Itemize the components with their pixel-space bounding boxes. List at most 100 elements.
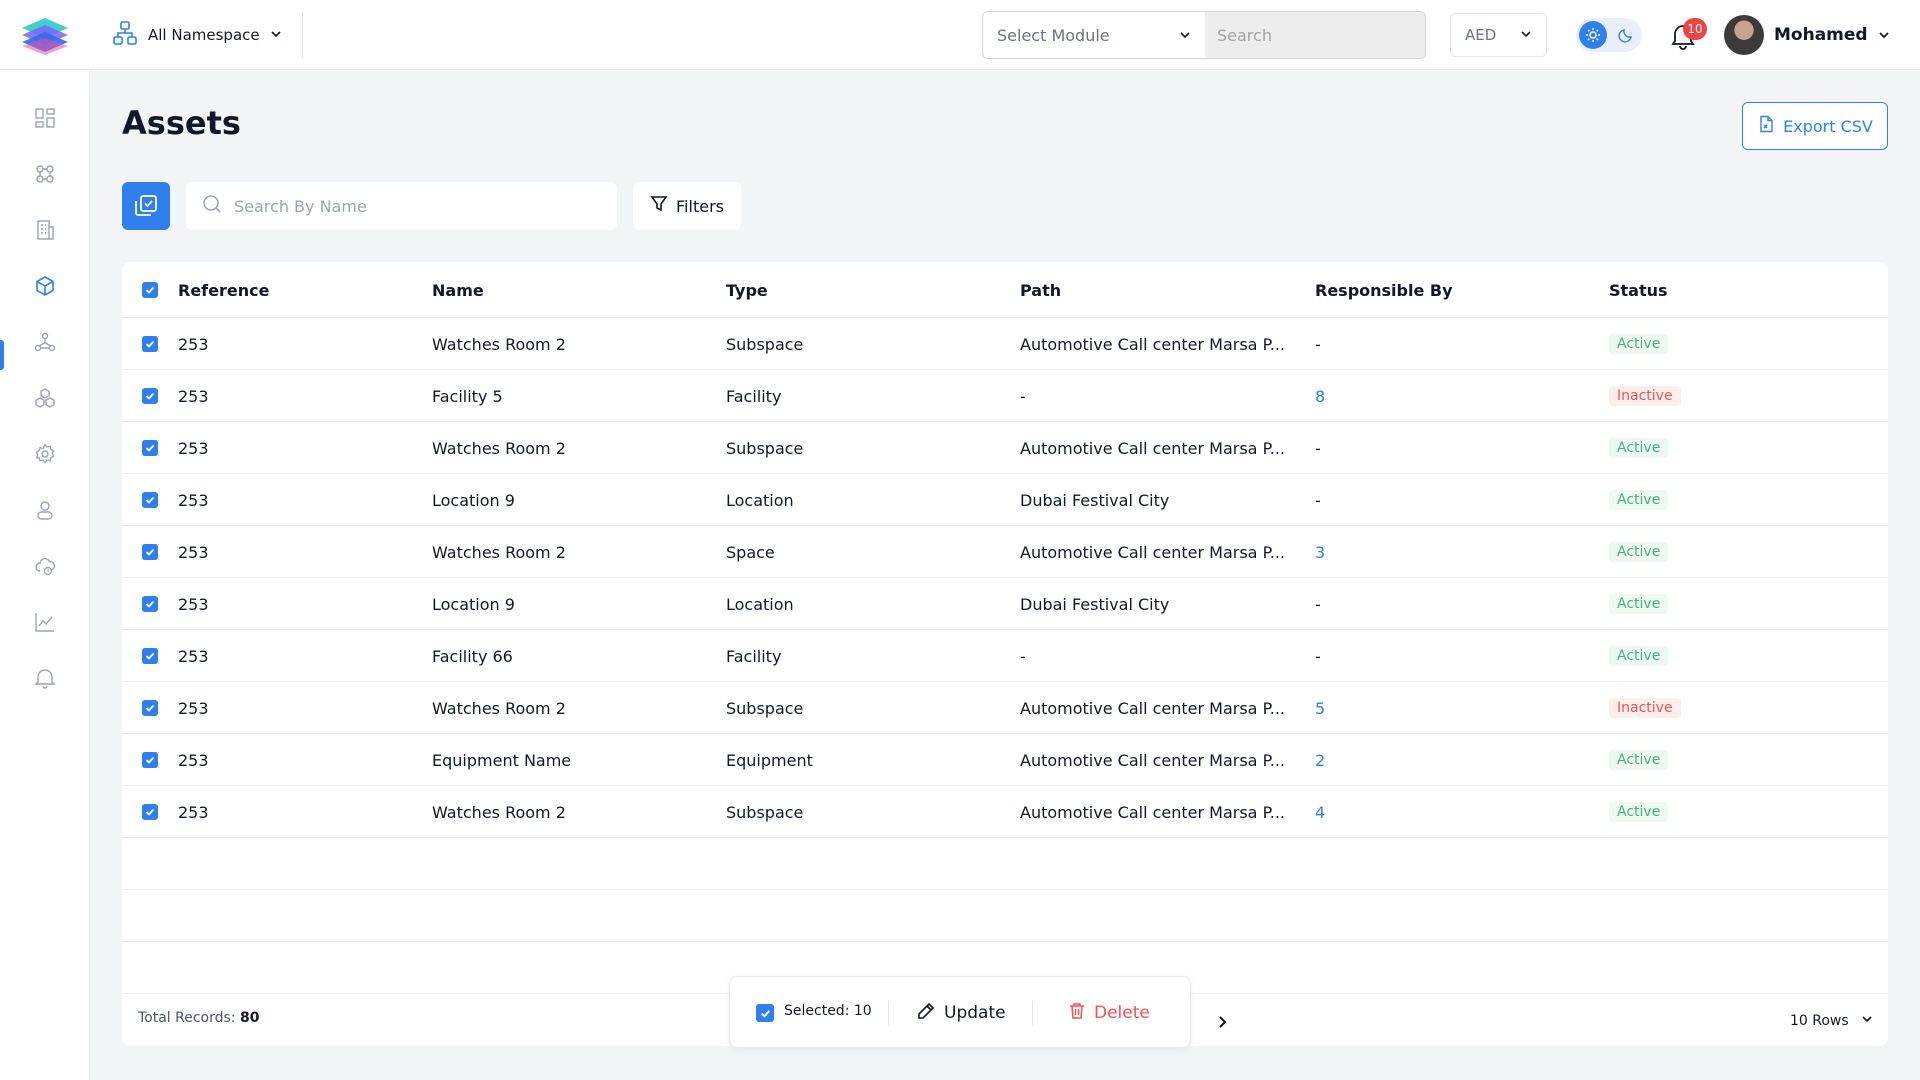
header-divider: [302, 12, 303, 58]
trash-icon: [1068, 1002, 1086, 1025]
row-checkbox[interactable]: [142, 786, 158, 838]
sidebar-item-users[interactable]: [0, 490, 90, 530]
cell-reference: 253: [178, 802, 209, 822]
sidebar-item-settings[interactable]: [0, 434, 90, 474]
cell-name: Watches Room 2: [432, 698, 566, 718]
cell-reference: 253: [178, 542, 209, 562]
status-badge: Active: [1609, 438, 1669, 458]
column-header-name[interactable]: Name: [432, 262, 484, 318]
status-badge: Active: [1609, 334, 1669, 354]
column-header-type[interactable]: Type: [726, 262, 768, 318]
cell-status: Active: [1609, 734, 1669, 786]
row-checkbox[interactable]: [142, 526, 158, 578]
user-menu[interactable]: Mohamed: [1724, 14, 1890, 56]
sidebar-item-reports[interactable]: [0, 602, 90, 642]
status-badge: Active: [1609, 802, 1669, 822]
theme-toggle[interactable]: [1576, 18, 1642, 52]
cell-status: Active: [1609, 474, 1669, 526]
table-row[interactable]: 253 Location 9 Location Dubai Festival City…: [122, 474, 1888, 526]
search-by-name-placeholder: Search By Name: [234, 196, 367, 216]
selected-checkbox[interactable]: [756, 1004, 774, 1022]
cell-responsible-by[interactable]: 2: [1315, 734, 1325, 786]
column-header-responsible-by[interactable]: Responsible By: [1315, 262, 1453, 318]
assets-table: Reference Name Type Path Responsible By …: [122, 262, 1888, 1046]
filters-button[interactable]: Filters: [633, 182, 741, 230]
asset-cube-icon: [36, 276, 54, 296]
cell-status: Active: [1609, 318, 1669, 370]
module-select[interactable]: Select Module: [983, 12, 1205, 58]
row-checkbox[interactable]: [142, 682, 158, 734]
row-checkbox[interactable]: [142, 578, 158, 630]
rows-per-page-select[interactable]: 10 Rows: [1790, 1010, 1873, 1032]
cell-status: Active: [1609, 786, 1669, 838]
sidebar-item-buildings[interactable]: [0, 210, 90, 250]
sidebar-item-cloud[interactable]: [0, 546, 90, 586]
cell-responsible-by[interactable]: 3: [1315, 526, 1325, 578]
cell-status: Inactive: [1609, 370, 1681, 422]
sidebar-item-cubes[interactable]: [0, 378, 90, 418]
table-row[interactable]: 253 Equipment Name Equipment Automotive Cal…: [122, 734, 1888, 786]
sidebar-item-notifications[interactable]: [0, 658, 90, 698]
row-checkbox[interactable]: [142, 474, 158, 526]
row-checkbox[interactable]: [142, 318, 158, 370]
sidebar-item-dashboard[interactable]: [0, 98, 90, 138]
table-row[interactable]: 253 Watches Room 2 Space Automotive Call ce…: [122, 526, 1888, 578]
cell-responsible-by: -: [1315, 594, 1321, 614]
global-search-placeholder: Search: [1217, 25, 1272, 45]
bulk-select-button[interactable]: [122, 182, 170, 230]
app-logo[interactable]: [20, 16, 70, 56]
update-button[interactable]: Update: [916, 999, 1006, 1027]
cubes-icon: [35, 388, 55, 408]
cell-status: Active: [1609, 422, 1669, 474]
namespace-label: All Namespace: [148, 26, 260, 44]
sun-icon[interactable]: [1579, 21, 1607, 49]
export-csv-button[interactable]: Export CSV: [1742, 102, 1888, 150]
export-file-icon: [1757, 115, 1775, 137]
next-page-chevron-right-icon[interactable]: [1210, 1010, 1234, 1034]
sidebar-item-assets[interactable]: [0, 266, 90, 306]
cell-path: -: [1020, 646, 1026, 666]
total-records-label: Total Records:: [138, 1010, 236, 1026]
sidebar: [0, 70, 90, 1080]
search-by-name-input[interactable]: Search By Name: [186, 182, 617, 230]
table-row[interactable]: 253 Watches Room 2 Subspace Automotive Call…: [122, 682, 1888, 734]
namespace-selector[interactable]: All Namespace: [112, 20, 282, 50]
avatar: [1724, 15, 1764, 55]
chevron-down-icon: [1520, 26, 1532, 44]
table-row[interactable]: 253 Watches Room 2 Subspace Automotive Call…: [122, 318, 1888, 370]
table-row[interactable]: 253 Location 9 Location Dubai Festival City…: [122, 578, 1888, 630]
row-checkbox[interactable]: [142, 422, 158, 474]
empty-table-row: [122, 890, 1888, 942]
select-all-checkbox[interactable]: [142, 262, 158, 318]
sidebar-item-network[interactable]: [0, 322, 90, 362]
table-row[interactable]: 253 Watches Room 2 Subspace Automotive Call…: [122, 786, 1888, 838]
row-checkbox[interactable]: [142, 370, 158, 422]
filter-funnel-icon: [650, 195, 668, 217]
cell-reference: 253: [178, 490, 209, 510]
cell-status: Active: [1609, 630, 1669, 682]
row-checkbox[interactable]: [142, 734, 158, 786]
cell-name: Watches Room 2: [432, 802, 566, 822]
table-row[interactable]: 253 Facility 5 Facility - 8 Inactive: [122, 370, 1888, 422]
delete-button[interactable]: Delete: [1068, 999, 1150, 1027]
column-header-reference[interactable]: Reference: [178, 262, 269, 318]
rows-per-page-value: 10 Rows: [1790, 1013, 1849, 1029]
column-header-status[interactable]: Status: [1609, 262, 1668, 318]
cell-status: Inactive: [1609, 682, 1681, 734]
table-row[interactable]: 253 Watches Room 2 Subspace Automotive Call…: [122, 422, 1888, 474]
column-header-path[interactable]: Path: [1020, 262, 1061, 318]
cell-responsible-by[interactable]: 5: [1315, 682, 1325, 734]
cell-name: Location 9: [432, 594, 515, 614]
currency-select[interactable]: AED: [1450, 13, 1547, 57]
cell-responsible-by[interactable]: 4: [1315, 786, 1325, 838]
moon-icon[interactable]: [1612, 21, 1640, 49]
cloud-icon: [35, 557, 56, 576]
cell-responsible-by[interactable]: 8: [1315, 370, 1325, 422]
sidebar-item-modules[interactable]: [0, 154, 90, 194]
cell-reference: 253: [178, 698, 209, 718]
status-badge: Active: [1609, 490, 1669, 510]
table-row[interactable]: 253 Facility 66 Facility - - Active: [122, 630, 1888, 682]
global-search-input[interactable]: Search: [1205, 12, 1425, 58]
row-checkbox[interactable]: [142, 630, 158, 682]
cell-path: -: [1020, 386, 1026, 406]
